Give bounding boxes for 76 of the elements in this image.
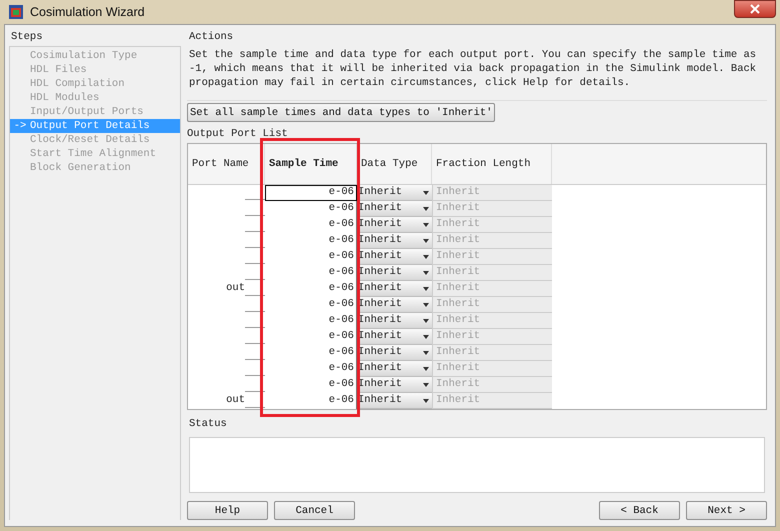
caret-icon	[423, 286, 429, 290]
sample-time-field[interactable]: e-06	[265, 185, 357, 201]
dialog-button[interactable]: Help	[187, 501, 268, 520]
nav-button[interactable]: < Back	[599, 501, 680, 520]
data-type-dropdown[interactable]: Inherit	[357, 361, 432, 377]
port-name: out	[226, 394, 245, 406]
fraction-length-field: Inherit	[432, 329, 552, 345]
data-type-dropdown[interactable]: Inherit	[357, 249, 432, 265]
data-type-dropdown[interactable]: Inherit	[357, 345, 432, 361]
fraction-length-field: Inherit	[432, 281, 552, 297]
sample-time-field[interactable]: e-06	[265, 313, 357, 329]
data-type-dropdown[interactable]: Inherit	[357, 233, 432, 249]
data-type-dropdown[interactable]: Inherit	[357, 377, 432, 393]
fraction-length-field: Inherit	[432, 201, 552, 217]
fraction-length-field: Inherit	[432, 217, 552, 233]
sample-time-field[interactable]: e-06	[265, 377, 357, 393]
caret-icon	[423, 302, 429, 306]
fraction-length-field: Inherit	[432, 377, 552, 393]
output-port-list-label: Output Port List	[187, 128, 288, 142]
data-type-dropdown[interactable]: Inherit	[357, 313, 432, 329]
column-header[interactable]: Data Type	[357, 144, 432, 184]
fraction-length-field: Inherit	[432, 185, 552, 201]
column-header[interactable]: Port Name	[188, 144, 265, 184]
sample-time-field[interactable]: e-06	[265, 233, 357, 249]
data-type-dropdown[interactable]: Inherit	[357, 297, 432, 313]
column-header[interactable]: Fraction Length	[432, 144, 552, 184]
caret-icon	[423, 366, 429, 370]
fraction-length-field: Inherit	[432, 249, 552, 265]
data-type-dropdown[interactable]: Inherit	[357, 217, 432, 233]
sample-time-field[interactable]: e-06	[265, 329, 357, 345]
caret-icon	[423, 334, 429, 338]
fraction-length-field: Inherit	[432, 265, 552, 281]
data-type-dropdown[interactable]: Inherit	[357, 265, 432, 281]
caret-icon	[423, 254, 429, 258]
steps-label: Steps	[10, 30, 44, 45]
nav-button[interactable]: Next >	[686, 501, 767, 520]
sample-time-field[interactable]: e-06	[265, 249, 357, 265]
sample-time-field[interactable]: e-06	[265, 393, 357, 409]
close-icon	[750, 4, 760, 14]
sample-time-field[interactable]: e-06	[265, 281, 357, 297]
sample-time-field[interactable]: e-06	[265, 201, 357, 217]
close-button[interactable]	[734, 0, 776, 18]
caret-icon	[423, 206, 429, 210]
caret-icon	[423, 190, 429, 194]
fraction-length-field: Inherit	[432, 393, 552, 409]
actions-description: Set the sample time and data type for each output port. You can specify the sample time as -1, which means that it will be inherited via back propagation in the Simulink model. Back propagation may fail in certain circumstances, click Help for details.	[187, 48, 767, 101]
app-icon	[8, 4, 24, 20]
sample-time-field[interactable]: e-06	[265, 265, 357, 281]
fraction-length-field: Inherit	[432, 361, 552, 377]
fraction-length-field: Inherit	[432, 297, 552, 313]
window-title: Cosimulation Wizard	[30, 5, 145, 19]
caret-icon	[423, 350, 429, 354]
data-type-dropdown[interactable]: Inherit	[357, 329, 432, 345]
caret-icon	[423, 270, 429, 274]
caret-icon	[423, 382, 429, 386]
data-type-dropdown[interactable]: Inherit	[357, 281, 432, 297]
data-type-dropdown[interactable]: Inherit	[357, 185, 432, 201]
sample-time-field[interactable]: e-06	[265, 297, 357, 313]
port-name: out	[226, 282, 245, 294]
data-type-dropdown[interactable]: Inherit	[357, 201, 432, 217]
sample-time-field[interactable]: e-06	[265, 345, 357, 361]
caret-icon	[423, 238, 429, 242]
dialog-button[interactable]: Cancel	[274, 501, 355, 520]
status-label: Status	[188, 417, 228, 432]
actions-label: Actions	[188, 30, 234, 45]
data-type-dropdown[interactable]: Inherit	[357, 393, 432, 409]
caret-icon	[423, 222, 429, 226]
sample-time-field[interactable]: e-06	[265, 361, 357, 377]
set-all-inherit-button[interactable]: Set all sample times and data types to 'Inherit'	[187, 103, 496, 122]
caret-icon	[423, 318, 429, 322]
fraction-length-field: Inherit	[432, 345, 552, 361]
column-header[interactable]: Sample Time	[265, 144, 357, 184]
fraction-length-field: Inherit	[432, 233, 552, 249]
caret-icon	[423, 398, 429, 402]
sample-time-field[interactable]: e-06	[265, 217, 357, 233]
fraction-length-field: Inherit	[432, 313, 552, 329]
